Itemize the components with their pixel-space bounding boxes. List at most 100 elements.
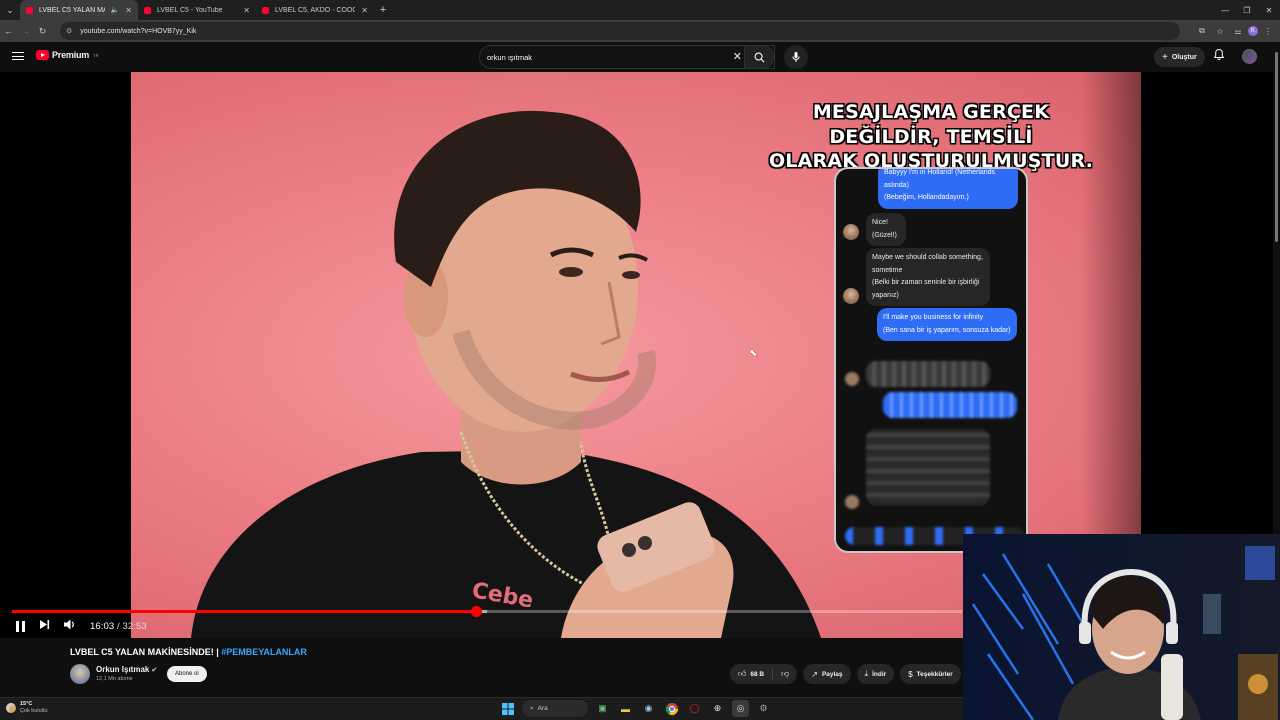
- browser-tab-3[interactable]: LVBEL C5, AKDO - COOOK PARA ✕: [256, 0, 374, 20]
- minimize-icon[interactable]: —: [1214, 0, 1236, 20]
- create-button[interactable]: + Oluştur: [1154, 47, 1205, 67]
- thanks-label: Teşekkürler: [916, 670, 953, 678]
- title-text: LVBEL C5 YALAN MAKİNESİNDE! |: [70, 647, 222, 657]
- chat-message-in: Maybe we should collab something, someti…: [866, 248, 990, 306]
- browser-toolbar: ← → ↻ ⚙ youtube.com/watch?v=HOVB7yy_Kik …: [0, 20, 1280, 42]
- bookmark-star-icon[interactable]: ☆: [1212, 20, 1228, 42]
- channel-avatar[interactable]: [70, 664, 90, 684]
- channel-name[interactable]: Orkun Işıtmak ✔: [96, 665, 157, 674]
- user-avatar[interactable]: [1242, 49, 1257, 64]
- close-tab-icon[interactable]: ✕: [125, 6, 132, 15]
- chat-message-out: I'll make you business for infinity (Ben…: [877, 308, 1017, 341]
- share-button[interactable]: ↗ Paylaş: [803, 664, 851, 684]
- download-button[interactable]: ⤓ İndir: [856, 664, 895, 684]
- hamburger-menu-icon[interactable]: [12, 50, 24, 62]
- browser-menu-icon[interactable]: ⋮: [1260, 20, 1276, 42]
- extensions-icon[interactable]: ⚌: [1230, 20, 1246, 42]
- search-button[interactable]: [744, 45, 774, 69]
- chat-message-in: Nice! (Güzel!): [866, 213, 906, 246]
- blurred-message: [883, 392, 1017, 418]
- like-dislike-group: 👍︎ 68 B 👎︎: [730, 664, 798, 684]
- browser-tab-1[interactable]: LVBEL C5 YALAN MAKİNESİ 🔈 ✕: [20, 0, 138, 20]
- pause-icon[interactable]: [16, 620, 25, 632]
- settings-gear-icon[interactable]: ⚙: [755, 700, 772, 717]
- weather-widget[interactable]: 15°C Çok bulutlu: [6, 701, 48, 715]
- weather-condition: Çok bulutlu: [20, 708, 48, 714]
- search-input[interactable]: orkun ışıtmak ✕: [479, 45, 775, 69]
- address-bar[interactable]: ⚙ youtube.com/watch?v=HOVB7yy_Kik: [60, 22, 1180, 40]
- mouse-cursor-icon: ⬉: [749, 348, 758, 359]
- close-window-icon[interactable]: ✕: [1258, 0, 1280, 20]
- opera-icon[interactable]: ◯: [686, 700, 703, 717]
- browser-tab-2[interactable]: LVBEL C5 - YouTube ✕: [138, 0, 256, 20]
- video-title: LVBEL C5 YALAN MAKİNESİNDE! | #PEMBEYALA…: [70, 647, 307, 657]
- close-tab-icon[interactable]: ✕: [243, 6, 250, 15]
- player-controls: 16:03 / 32:53: [16, 617, 147, 635]
- hashtag-link[interactable]: #PEMBEYALANLAR: [221, 647, 307, 657]
- download-icon: ⤓: [864, 669, 869, 678]
- youtube-logo[interactable]: Premium TR: [36, 50, 98, 60]
- streamer-webcam: [963, 534, 1280, 720]
- new-tab-plus-icon[interactable]: +: [374, 4, 392, 16]
- browser-tab-strip: ⌄ LVBEL C5 YALAN MAKİNESİ 🔈 ✕ LVBEL C5 -…: [0, 0, 1280, 20]
- webcam-scene: [963, 534, 1280, 720]
- verified-check-icon: ✔: [151, 667, 158, 674]
- tab-title: LVBEL C5 - YouTube: [157, 6, 223, 14]
- blurred-avatar: [845, 495, 859, 509]
- install-app-icon[interactable]: ⧉: [1194, 20, 1210, 42]
- youtube-favicon-icon: [26, 6, 33, 14]
- profile-avatar[interactable]: K: [1248, 26, 1258, 36]
- chat-avatar: [843, 224, 859, 240]
- download-label: İndir: [872, 670, 887, 678]
- current-time: 16:03: [90, 620, 115, 632]
- windows-start-icon[interactable]: [499, 700, 516, 717]
- logo-region: TR: [93, 52, 99, 58]
- tab-title: LVBEL C5, AKDO - COOOK PARA: [275, 6, 356, 14]
- url-text: youtube.com/watch?v=HOVB7yy_Kik: [80, 27, 197, 35]
- chrome-icon[interactable]: [663, 700, 680, 717]
- next-video-icon[interactable]: [39, 619, 50, 633]
- caption-line: MESAJLAŞMA GERÇEK: [812, 101, 1050, 123]
- thanks-button[interactable]: $ Teşekkürler: [900, 664, 961, 684]
- video-caption-text: MESAJLAŞMA GERÇEK DEĞİLDİR, TEMSİLİ OLAR…: [751, 100, 1111, 174]
- dislike-button[interactable]: 👎︎: [773, 664, 797, 684]
- site-info-icon[interactable]: ⚙: [66, 27, 72, 35]
- share-label: Paylaş: [821, 670, 843, 678]
- clear-search-icon[interactable]: ✕: [733, 50, 742, 63]
- youtube-play-logo-icon: [36, 50, 49, 60]
- task-view-icon[interactable]: ▣: [594, 700, 611, 717]
- caption-line: DEĞİLDİR, TEMSİLİ: [829, 125, 1033, 148]
- steam-icon[interactable]: ◉: [640, 700, 657, 717]
- plus-icon: +: [1162, 51, 1168, 63]
- youtube-favicon-icon: [262, 6, 269, 14]
- back-arrow-icon[interactable]: ←: [0, 20, 17, 42]
- scrubber-handle[interactable]: [470, 606, 482, 617]
- like-button[interactable]: 👍︎ 68 B: [730, 664, 772, 684]
- close-tab-icon[interactable]: ✕: [361, 6, 368, 15]
- tab-search-chevron-icon[interactable]: ⌄: [0, 0, 20, 20]
- chat-translation: (Ben sana bir iş yaparım, sonsuza kadar): [883, 326, 1011, 334]
- chat-translation: (Güzel!): [872, 231, 897, 239]
- voice-search-button[interactable]: [784, 45, 808, 69]
- thumbs-up-icon: 👍︎: [738, 669, 747, 678]
- notifications-bell-icon[interactable]: [1213, 48, 1225, 63]
- taskbar-search[interactable]: ⌕ Ara: [522, 700, 588, 717]
- search-icon: ⌕: [530, 704, 534, 712]
- subscribe-button[interactable]: Abone ol: [167, 666, 207, 682]
- speaker-icon[interactable]: 🔈: [111, 6, 120, 14]
- restore-icon[interactable]: ❐: [1236, 0, 1258, 20]
- create-label: Oluştur: [1171, 53, 1197, 61]
- chat-translation: (Belki bir zaman seninle bir işbirliği y…: [872, 279, 980, 299]
- video-progress-bar[interactable]: [12, 606, 962, 617]
- reload-icon[interactable]: ↻: [34, 20, 51, 42]
- file-explorer-icon[interactable]: ▬: [617, 700, 634, 717]
- obs-icon[interactable]: ◎: [732, 700, 749, 717]
- chat-avatar: [843, 288, 859, 304]
- cloudy-weather-icon: [6, 703, 16, 713]
- discord-icon[interactable]: ⊕: [709, 700, 726, 717]
- phone-chat-mockup: Babyyy I'm in Holland! (Netherlands aslı…: [834, 167, 1028, 553]
- forward-arrow-icon[interactable]: →: [17, 20, 34, 42]
- like-count: 68 B: [750, 670, 765, 678]
- volume-icon[interactable]: [64, 619, 76, 633]
- chat-message-out: Babyyy I'm in Holland! (Netherlands aslı…: [878, 169, 1018, 209]
